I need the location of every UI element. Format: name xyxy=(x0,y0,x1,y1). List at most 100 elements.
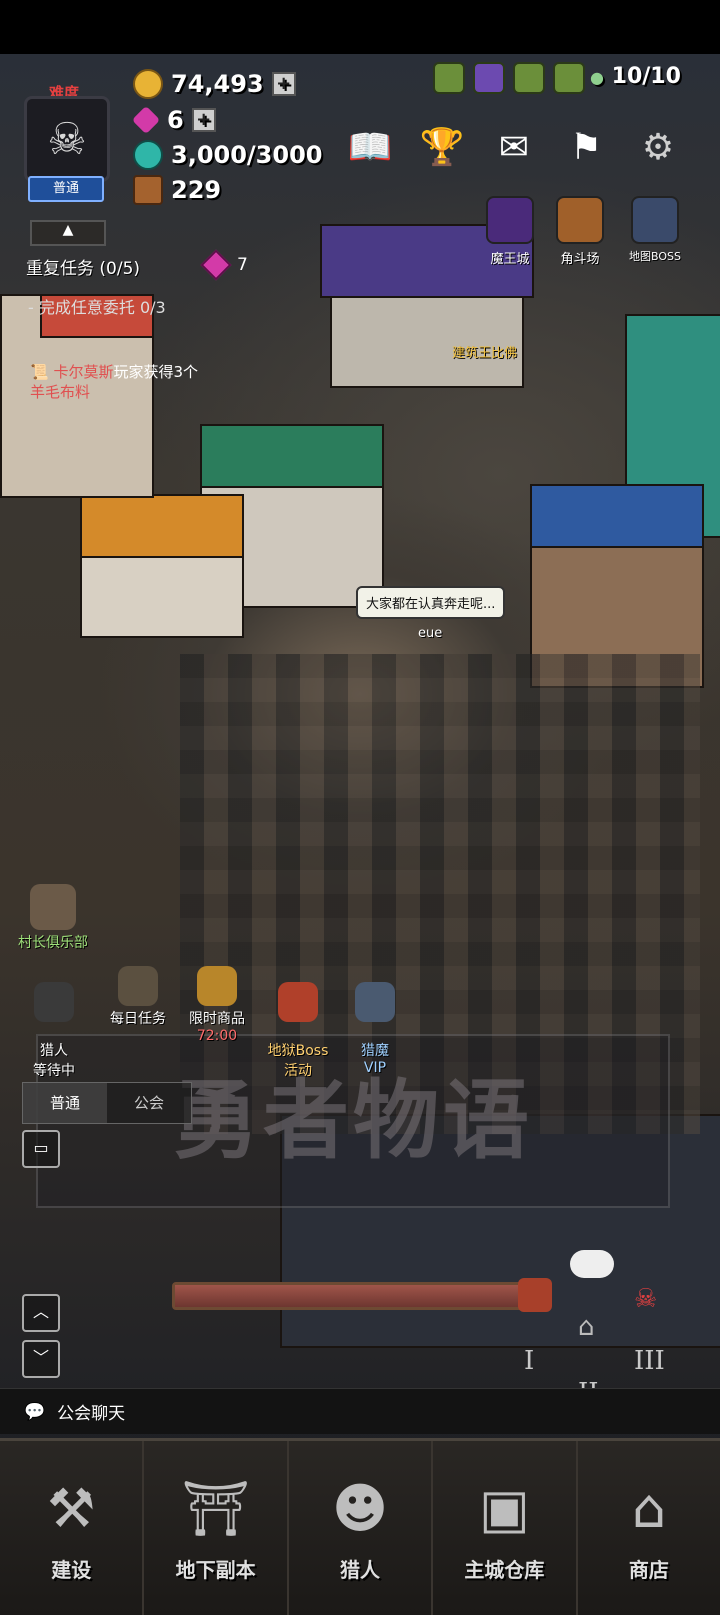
progress-fill xyxy=(175,1285,531,1307)
gem-amount: 6 xyxy=(167,106,184,134)
quest-title[interactable]: 重复任务 (0/5) xyxy=(26,254,140,279)
daily-task-icon xyxy=(118,966,158,1006)
dungeon-icon: ⛩ xyxy=(181,1476,250,1540)
scroll-icon: 📜 xyxy=(30,363,49,381)
hell-boss-event-button[interactable]: 地狱Boss 活动 xyxy=(256,966,340,1080)
hell-boss-icon xyxy=(278,982,318,1022)
nav-warehouse[interactable]: ▣ 主城仓库 xyxy=(433,1441,578,1615)
daily-task-button[interactable]: 每日任务 xyxy=(100,966,176,1028)
status-bar xyxy=(0,0,720,54)
green-house-roof xyxy=(200,424,384,488)
home-icon[interactable]: ⌂ xyxy=(578,1312,595,1342)
side-label: 限时商品 xyxy=(189,1011,245,1027)
difficulty-mode-badge: 普通 xyxy=(28,176,104,202)
mail-icon[interactable]: ✉ xyxy=(489,122,539,172)
dest-demon-castle[interactable]: 魔王城 xyxy=(478,196,542,267)
dest-label: 地图BOSS xyxy=(629,250,681,263)
demon-marker-icon[interactable] xyxy=(518,1278,552,1312)
nav-label: 建设 xyxy=(51,1557,92,1582)
dest-label: 魔王城 xyxy=(490,252,530,267)
notice-text: 玩家获得3个 xyxy=(113,363,199,381)
hunter-icon: ☻ xyxy=(331,1477,389,1540)
tab-guild-chat[interactable]: 公会 xyxy=(107,1083,191,1123)
ghost-icon[interactable] xyxy=(570,1250,614,1278)
house-icon[interactable] xyxy=(473,62,505,94)
scroll-down-button[interactable]: ﹀ xyxy=(22,1340,60,1378)
npc-name-label[interactable]: 建筑王比佛 xyxy=(452,342,517,361)
settings-gear-icon[interactable]: ⚙ xyxy=(633,122,683,172)
guild-chat-bar[interactable]: 💬 公会聊天 xyxy=(0,1388,720,1434)
quest-collapse-button[interactable]: ▲ xyxy=(30,220,106,246)
notice-item: 羊毛布料 xyxy=(30,383,91,401)
scroll-up-button[interactable]: ︿ xyxy=(22,1294,60,1332)
hunter-waiting-button[interactable]: 猎人 等待中 xyxy=(22,966,86,1080)
progress-bar xyxy=(172,1282,534,1310)
limited-goods-button[interactable]: 限时商品 72:00 xyxy=(176,966,258,1044)
build-icon: ⚒ xyxy=(46,1477,96,1540)
floor-1-button[interactable]: I xyxy=(524,1346,534,1376)
gift-icon[interactable] xyxy=(513,62,545,94)
gold-coin-icon xyxy=(133,69,163,99)
demon-castle-icon xyxy=(486,196,534,244)
quest-reward: 7 xyxy=(200,249,248,281)
limited-timer: 72:00 xyxy=(196,1028,238,1044)
energy-row: 3,000/3000 xyxy=(133,139,322,171)
bag-icon[interactable] xyxy=(553,62,585,94)
nav-label: 商店 xyxy=(628,1557,669,1582)
population-counter: ● 10/10 xyxy=(590,64,681,89)
tab-normal-chat[interactable]: 普通 xyxy=(23,1083,107,1123)
chevron-down-icon: ﹀ xyxy=(32,1348,49,1367)
side-label: 地狱Boss 活动 xyxy=(267,1043,329,1079)
energy-amount: 3,000/3000 xyxy=(171,141,323,169)
dest-arena[interactable]: 角斗场 xyxy=(548,196,612,267)
bottom-nav: ⚒ 建设 ⛩ 地下副本 ☻ 猎人 ▣ 主城仓库 ⌂ 商店 xyxy=(0,1438,720,1615)
population-value: 10/10 xyxy=(611,64,681,89)
energy-crystal-icon xyxy=(133,140,163,170)
arena-icon xyxy=(556,196,604,244)
shop-icon: ⌂ xyxy=(631,1477,666,1540)
guild-chat-label: 公会聊天 xyxy=(57,1404,126,1424)
nav-hunter[interactable]: ☻ 猎人 xyxy=(289,1441,434,1615)
floor-3-button[interactable]: III xyxy=(634,1346,665,1376)
blue-shop-roof xyxy=(530,484,704,548)
menu-icon-row: 📖 🏆 ✉ ⚑ ⚙ xyxy=(345,122,683,172)
chest-amount: 229 xyxy=(171,176,222,204)
book-icon[interactable]: 📖 xyxy=(345,122,395,172)
map-boss-icon xyxy=(631,196,679,244)
hunt-vip-button[interactable]: 猎魔 VIP xyxy=(340,966,410,1076)
loot-notice: 📜 卡尔莫斯玩家获得3个 羊毛布料 xyxy=(30,362,250,402)
quest-reward-amount: 7 xyxy=(237,255,248,275)
chevron-up-icon: ︿ xyxy=(32,1302,49,1321)
chest-row: 229 xyxy=(133,174,221,206)
guild-banner-icon[interactable]: ⚑ xyxy=(561,122,611,172)
nav-shop[interactable]: ⌂ 商店 xyxy=(578,1441,720,1615)
nav-build[interactable]: ⚒ 建设 xyxy=(0,1441,145,1615)
side-label: 村长俱乐部 xyxy=(18,935,88,951)
trophy-icon[interactable]: 🏆 xyxy=(417,122,467,172)
chevron-up-icon: ▲ xyxy=(62,222,74,238)
difficulty-panel[interactable]: 难度 ☠ 普通 xyxy=(18,84,110,202)
add-gem-button[interactable]: + xyxy=(191,108,216,132)
speech-bubble: 大家都在认真奔走呢... xyxy=(356,586,506,619)
quest-item[interactable]: - 完成任意委托 0/3 xyxy=(28,294,166,318)
nav-dungeon[interactable]: ⛩ 地下副本 xyxy=(144,1441,289,1615)
wolf-hunter-icon xyxy=(34,982,74,1022)
add-gold-button[interactable]: + xyxy=(271,72,296,96)
warehouse-icon: ▣ xyxy=(478,1477,530,1540)
gold-row: 74,493 + xyxy=(133,68,296,100)
side-label: 猎魔 VIP xyxy=(361,1043,389,1076)
map-scroll-icon[interactable] xyxy=(433,62,465,94)
chest-icon xyxy=(133,175,163,205)
red-skull-icon[interactable]: ☠ xyxy=(634,1284,657,1314)
gem-icon xyxy=(200,249,232,281)
minimize-button[interactable]: ▭ xyxy=(22,1130,60,1168)
nav-label: 猎人 xyxy=(340,1557,381,1582)
top-icon-row xyxy=(433,62,585,94)
village-chief-icon xyxy=(30,884,76,930)
village-club-button[interactable]: 村长俱乐部 xyxy=(10,884,96,952)
limited-goods-icon xyxy=(197,966,237,1006)
person-icon: ● xyxy=(590,68,604,87)
gem-row: 6 + xyxy=(131,104,216,136)
chat-bubble-icon: 💬 xyxy=(24,1401,46,1422)
dest-map-boss[interactable]: 地图BOSS xyxy=(618,196,692,264)
